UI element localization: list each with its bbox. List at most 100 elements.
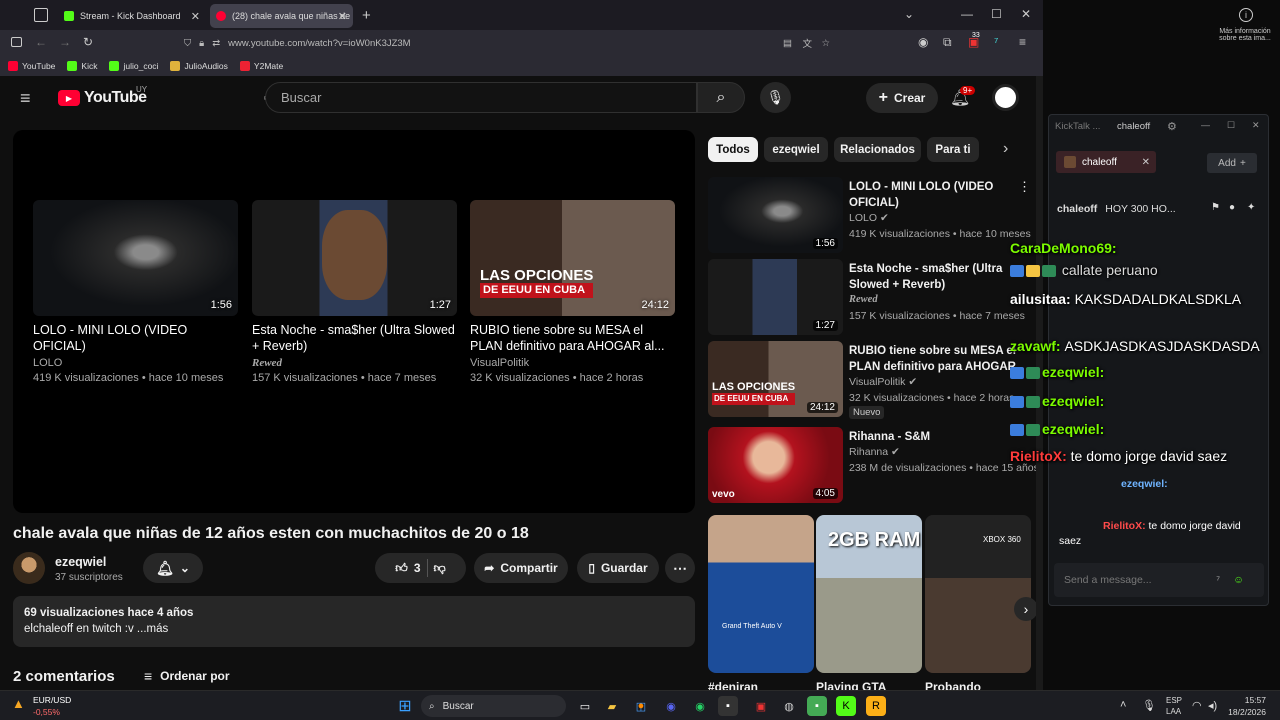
translate-icon[interactable]: 文 — [802, 36, 812, 50]
wifi-icon[interactable]: ◠ — [1192, 699, 1202, 712]
game-icon[interactable]: ▪ — [807, 696, 827, 716]
close-tab-icon[interactable]: ✕ — [191, 10, 200, 23]
create-button[interactable]: + Crear — [866, 83, 938, 113]
menu-icon[interactable]: ≡ — [1019, 35, 1026, 49]
channel-tab[interactable]: chaleoff ✕ — [1056, 151, 1156, 173]
tab-overview-icon[interactable] — [34, 8, 48, 22]
rockstar-icon[interactable]: R — [866, 696, 886, 716]
description-box[interactable]: 69 visualizaciones hace 4 años elchaleof… — [13, 596, 695, 647]
tab-kick-dashboard[interactable]: Stream - Kick Dashboard ✕ — [58, 4, 206, 28]
back-icon[interactable]: ← — [35, 35, 47, 49]
emote-icon[interactable]: ☺ — [1233, 574, 1244, 586]
chip-ezeqwiel[interactable]: ezeqwiel — [764, 137, 828, 162]
more-options-icon[interactable]: ⋮ — [1018, 179, 1031, 195]
channel-name[interactable]: ezeqwiel — [55, 555, 106, 569]
url-bar[interactable]: ⛉ 🔒︎ ⇄ www.youtube.com/watch?v=ioW0nK3JZ… — [176, 33, 838, 53]
close-icon[interactable]: ✕ — [1252, 120, 1260, 131]
pin-icon[interactable]: ✦ — [1247, 202, 1255, 213]
related-video[interactable]: 1:27 Esta Noche - sma$her (Ultra Slowed … — [708, 259, 1028, 335]
kicktalk-extension-icon[interactable]: ⁷ — [994, 35, 998, 49]
winrar-icon[interactable]: ▣ — [751, 696, 771, 716]
pin-icon[interactable]: ⚑ — [1211, 202, 1220, 213]
kick-icon[interactable]: K — [836, 696, 856, 716]
short-video[interactable]: XBOX 360 — [925, 515, 1031, 673]
close-tab-icon[interactable]: ✕ — [338, 10, 347, 23]
short-video[interactable]: Grand Theft Auto V — [708, 515, 814, 673]
settings-icon[interactable]: ⚙ — [1167, 120, 1177, 133]
volume-icon[interactable]: ◂) — [1208, 699, 1217, 712]
discord-icon[interactable]: ◉ — [661, 696, 681, 716]
more-actions-button[interactable]: ⋯ — [665, 553, 695, 583]
tray-chevron-icon[interactable]: ˄ — [1120, 699, 1126, 711]
microphone-icon[interactable]: 🎙︎ — [1142, 699, 1156, 712]
tab-youtube[interactable]: (28) chale avala que niñas de 1 ✕ — [210, 4, 353, 28]
chip-relacionados[interactable]: Relacionados — [834, 137, 921, 162]
video-player[interactable]: 1:56 LOLO - MINI LOLO (VIDEO OFICIAL) LO… — [13, 130, 695, 513]
stock-ticker[interactable]: EUR/USD — [33, 695, 71, 705]
like-button[interactable]: 👍︎ 3 — [395, 561, 420, 576]
bookmark-julio-coci[interactable]: julio_coci — [109, 61, 158, 71]
save-button[interactable]: ▯ Guardar — [577, 553, 659, 583]
reload-icon[interactable]: ↻ — [83, 35, 93, 49]
youtube-logo[interactable]: ▶ YouTube — [58, 89, 147, 107]
sidebar-icon[interactable] — [11, 37, 22, 47]
bookmark-star-icon[interactable]: ☆ — [821, 38, 830, 49]
search-button[interactable]: ⌕ — [697, 82, 745, 113]
sort-comments-button[interactable]: ≡ Ordenar por — [144, 668, 230, 684]
chip-para-ti[interactable]: Para ti — [927, 137, 979, 162]
extensions-icon[interactable]: ⧉ — [943, 35, 952, 50]
close-tab-icon[interactable]: ✕ — [1142, 157, 1150, 168]
chip-todos[interactable]: Todos — [708, 137, 758, 162]
kicktalk-logo-icon[interactable]: ⁷ — [1216, 574, 1220, 586]
related-video[interactable]: 1:56 LOLO - MINI LOLO (VIDEO OFICIAL) LO… — [708, 177, 1031, 253]
steam-icon[interactable]: ◍ — [779, 696, 799, 716]
taskbar-search[interactable]: ⌕ Buscar — [421, 695, 566, 717]
account-avatar[interactable] — [992, 84, 1019, 111]
related-video[interactable]: vevo 4:05 Rihanna - S&M Rihanna ✔︎ 238 M… — [708, 427, 1039, 503]
search-input[interactable]: Buscar — [265, 82, 697, 113]
bookmark-y2mate[interactable]: Y2Mate — [239, 61, 283, 71]
add-channel-button[interactable]: Add + — [1207, 153, 1257, 173]
message-input[interactable]: Send a message... ⁷ ☺ — [1054, 563, 1264, 597]
start-icon[interactable]: ⊞ — [395, 696, 415, 716]
y2mate-icon — [239, 61, 250, 71]
channel-avatar[interactable] — [13, 552, 45, 584]
endcard-video[interactable]: 1:27 Esta Noche - sma$her (Ultra Slowed … — [252, 200, 457, 384]
endcard-video[interactable]: LAS OPCIONES DE EEUU EN CUBA 24:12 RUBIO… — [470, 200, 675, 384]
stock-widget-icon[interactable]: ▲ — [12, 696, 25, 711]
dislike-button[interactable]: 👎︎ — [434, 561, 446, 576]
bookmark-julioaudios[interactable]: JulioAudios — [170, 61, 228, 71]
reader-icon[interactable]: ▤ — [783, 38, 792, 49]
tab-list-icon[interactable]: ⌄ — [904, 7, 914, 21]
minimize-icon[interactable]: — — [1201, 120, 1210, 130]
close-window-icon[interactable]: ✕ — [1021, 7, 1031, 21]
clock[interactable]: 15:57 18/2/2026 — [1224, 694, 1266, 718]
whatsapp-icon[interactable]: ◉ — [690, 696, 710, 716]
guide-menu-icon[interactable]: ≡ — [20, 88, 31, 109]
voice-search-button[interactable]: 🎙︎ — [760, 82, 791, 113]
subscription-bell-button[interactable]: 🔔︎ ⌄ — [143, 553, 203, 583]
endcard-channel: LOLO — [33, 357, 63, 369]
file-explorer-icon[interactable]: ▰ — [602, 696, 622, 716]
share-button[interactable]: ➦ Compartir — [474, 553, 568, 583]
app-icon[interactable]: ▪ — [718, 696, 738, 716]
maximize-icon[interactable]: ☐ — [1227, 120, 1235, 131]
firefox-icon[interactable]: ● — [631, 696, 651, 716]
shorts-next-button[interactable]: › — [1014, 597, 1038, 621]
language-indicator[interactable]: ESP LAA — [1166, 695, 1182, 717]
short-video[interactable]: 2GB RAM — [816, 515, 922, 673]
image-info-text[interactable]: Más información sobre esta ima... — [1215, 28, 1275, 42]
forward-icon[interactable]: → — [59, 35, 71, 49]
info-icon[interactable]: i — [1239, 8, 1253, 22]
account-icon[interactable]: ◉ — [918, 35, 928, 49]
bookmark-kick[interactable]: Kick — [67, 61, 97, 71]
minimize-icon[interactable]: — — [961, 7, 973, 21]
maximize-icon[interactable]: ☐ — [991, 7, 1002, 21]
chevron-right-icon[interactable]: › — [1003, 140, 1008, 158]
bookmark-youtube[interactable]: YouTube — [8, 61, 55, 71]
task-view-icon[interactable]: ▭ — [575, 696, 595, 716]
related-video[interactable]: LAS OPCIONES DE EEUU EN CUBA 24:12 RUBIO… — [708, 341, 1028, 419]
endcard-video[interactable]: 1:56 LOLO - MINI LOLO (VIDEO OFICIAL) LO… — [33, 200, 238, 384]
user-icon[interactable]: ● — [1229, 202, 1235, 213]
new-tab-icon[interactable]: + — [362, 7, 371, 24]
